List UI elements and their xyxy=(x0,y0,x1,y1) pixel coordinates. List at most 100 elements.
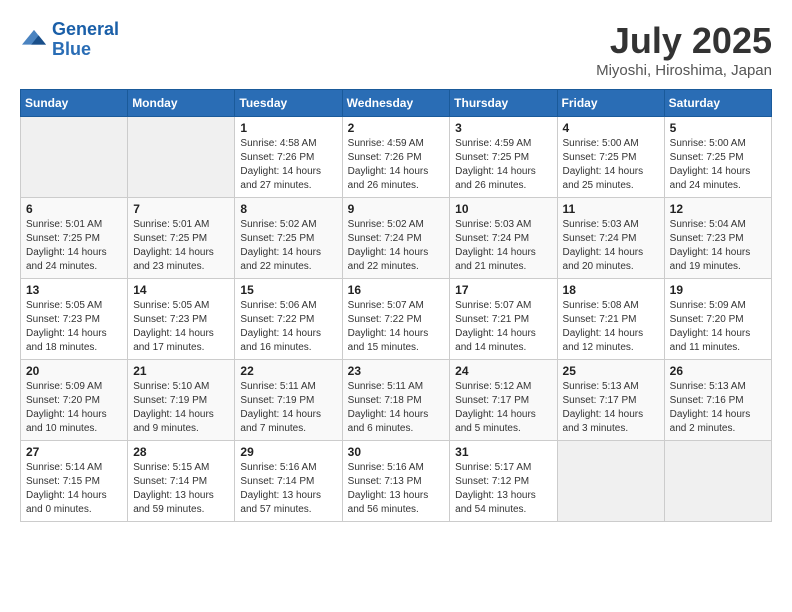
cell-info: Sunrise: 5:16 AMSunset: 7:14 PMDaylight:… xyxy=(240,461,336,517)
calendar-cell: 13Sunrise: 5:05 AMSunset: 7:23 PMDayligh… xyxy=(21,279,128,360)
calendar-cell: 19Sunrise: 5:09 AMSunset: 7:20 PMDayligh… xyxy=(664,279,771,360)
sunset-text: Sunset: 7:19 PM xyxy=(133,394,229,408)
sunset-text: Sunset: 7:19 PM xyxy=(240,394,336,408)
day-number: 3 xyxy=(455,121,551,135)
daylight-text: Daylight: 14 hours and 14 minutes. xyxy=(455,327,551,355)
sunrise-text: Sunrise: 5:02 AM xyxy=(240,218,336,232)
calendar-cell: 31Sunrise: 5:17 AMSunset: 7:12 PMDayligh… xyxy=(450,441,557,522)
sunset-text: Sunset: 7:25 PM xyxy=(240,232,336,246)
sunrise-text: Sunrise: 5:06 AM xyxy=(240,299,336,313)
sunset-text: Sunset: 7:21 PM xyxy=(455,313,551,327)
day-number: 17 xyxy=(455,283,551,297)
cell-info: Sunrise: 5:13 AMSunset: 7:17 PMDaylight:… xyxy=(563,380,659,436)
day-number: 27 xyxy=(26,445,122,459)
calendar-week-row: 20Sunrise: 5:09 AMSunset: 7:20 PMDayligh… xyxy=(21,360,772,441)
calendar-cell: 28Sunrise: 5:15 AMSunset: 7:14 PMDayligh… xyxy=(128,441,235,522)
weekday-header-cell: Monday xyxy=(128,90,235,117)
cell-info: Sunrise: 5:10 AMSunset: 7:19 PMDaylight:… xyxy=(133,380,229,436)
sunset-text: Sunset: 7:24 PM xyxy=(348,232,445,246)
weekday-header-cell: Tuesday xyxy=(235,90,342,117)
sunset-text: Sunset: 7:20 PM xyxy=(670,313,766,327)
day-number: 31 xyxy=(455,445,551,459)
daylight-text: Daylight: 14 hours and 22 minutes. xyxy=(240,246,336,274)
calendar-body: 1Sunrise: 4:58 AMSunset: 7:26 PMDaylight… xyxy=(21,117,772,522)
sunrise-text: Sunrise: 5:13 AM xyxy=(563,380,659,394)
cell-info: Sunrise: 5:00 AMSunset: 7:25 PMDaylight:… xyxy=(670,137,766,193)
day-number: 11 xyxy=(563,202,659,216)
daylight-text: Daylight: 14 hours and 27 minutes. xyxy=(240,165,336,193)
calendar-cell: 5Sunrise: 5:00 AMSunset: 7:25 PMDaylight… xyxy=(664,117,771,198)
sunset-text: Sunset: 7:25 PM xyxy=(133,232,229,246)
sunset-text: Sunset: 7:13 PM xyxy=(348,475,445,489)
sunset-text: Sunset: 7:21 PM xyxy=(563,313,659,327)
weekday-header-cell: Thursday xyxy=(450,90,557,117)
daylight-text: Daylight: 14 hours and 26 minutes. xyxy=(455,165,551,193)
cell-info: Sunrise: 5:07 AMSunset: 7:22 PMDaylight:… xyxy=(348,299,445,355)
calendar-cell: 1Sunrise: 4:58 AMSunset: 7:26 PMDaylight… xyxy=(235,117,342,198)
cell-info: Sunrise: 4:59 AMSunset: 7:25 PMDaylight:… xyxy=(455,137,551,193)
sunrise-text: Sunrise: 5:07 AM xyxy=(455,299,551,313)
daylight-text: Daylight: 13 hours and 56 minutes. xyxy=(348,489,445,517)
weekday-header-cell: Sunday xyxy=(21,90,128,117)
calendar-cell: 21Sunrise: 5:10 AMSunset: 7:19 PMDayligh… xyxy=(128,360,235,441)
daylight-text: Daylight: 14 hours and 25 minutes. xyxy=(563,165,659,193)
sunset-text: Sunset: 7:16 PM xyxy=(670,394,766,408)
sunrise-text: Sunrise: 5:15 AM xyxy=(133,461,229,475)
sunrise-text: Sunrise: 5:05 AM xyxy=(26,299,122,313)
calendar-cell xyxy=(128,117,235,198)
day-number: 19 xyxy=(670,283,766,297)
sunrise-text: Sunrise: 5:17 AM xyxy=(455,461,551,475)
sunset-text: Sunset: 7:26 PM xyxy=(348,151,445,165)
calendar-cell: 7Sunrise: 5:01 AMSunset: 7:25 PMDaylight… xyxy=(128,198,235,279)
daylight-text: Daylight: 14 hours and 23 minutes. xyxy=(133,246,229,274)
daylight-text: Daylight: 14 hours and 5 minutes. xyxy=(455,408,551,436)
sunrise-text: Sunrise: 5:01 AM xyxy=(133,218,229,232)
cell-info: Sunrise: 5:14 AMSunset: 7:15 PMDaylight:… xyxy=(26,461,122,517)
calendar-cell: 14 Sunrise: 5:05 AMSunset: 7:23 PMDayligh… xyxy=(128,279,235,360)
daylight-text: Daylight: 14 hours and 19 minutes. xyxy=(670,246,766,274)
sunset-text: Sunset: 7:24 PM xyxy=(455,232,551,246)
cell-info: Sunrise: 5:05 AMSunset: 7:23 PMDaylight:… xyxy=(133,299,229,355)
sunrise-text: Sunrise: 5:10 AM xyxy=(133,380,229,394)
cell-info: Sunrise: 5:07 AMSunset: 7:21 PMDaylight:… xyxy=(455,299,551,355)
daylight-text: Daylight: 14 hours and 6 minutes. xyxy=(348,408,445,436)
cell-info: Sunrise: 5:01 AMSunset: 7:25 PMDaylight:… xyxy=(133,218,229,274)
cell-info: Sunrise: 5:15 AMSunset: 7:14 PMDaylight:… xyxy=(133,461,229,517)
sunset-text: Sunset: 7:14 PM xyxy=(240,475,336,489)
calendar-cell: 12Sunrise: 5:04 AMSunset: 7:23 PMDayligh… xyxy=(664,198,771,279)
calendar-cell: 23Sunrise: 5:11 AMSunset: 7:18 PMDayligh… xyxy=(342,360,450,441)
day-number: 4 xyxy=(563,121,659,135)
calendar-week-row: 6Sunrise: 5:01 AMSunset: 7:25 PMDaylight… xyxy=(21,198,772,279)
calendar-cell: 4 Sunrise: 5:00 AMSunset: 7:25 PMDaylight… xyxy=(557,117,664,198)
month-title: July 2025 xyxy=(596,20,772,62)
calendar-cell: 15Sunrise: 5:06 AMSunset: 7:22 PMDayligh… xyxy=(235,279,342,360)
cell-info: Sunrise: 5:11 AMSunset: 7:19 PMDaylight:… xyxy=(240,380,336,436)
calendar-week-row: 27 Sunrise: 5:14 AMSunset: 7:15 PMDayligh… xyxy=(21,441,772,522)
sunrise-text: Sunrise: 5:11 AM xyxy=(348,380,445,394)
sunrise-text: Sunrise: 5:01 AM xyxy=(26,218,122,232)
day-number: 16 xyxy=(348,283,445,297)
calendar-cell: 16 Sunrise: 5:07 AMSunset: 7:22 PMDayligh… xyxy=(342,279,450,360)
daylight-text: Daylight: 13 hours and 54 minutes. xyxy=(455,489,551,517)
day-number: 14 xyxy=(133,283,229,297)
weekday-header-row: SundayMondayTuesdayWednesdayThursdayFrid… xyxy=(21,90,772,117)
sunset-text: Sunset: 7:22 PM xyxy=(348,313,445,327)
day-number: 9 xyxy=(348,202,445,216)
sunrise-text: Sunrise: 5:09 AM xyxy=(26,380,122,394)
calendar-cell: 6Sunrise: 5:01 AMSunset: 7:25 PMDaylight… xyxy=(21,198,128,279)
calendar-cell: 9Sunrise: 5:02 AMSunset: 7:24 PMDaylight… xyxy=(342,198,450,279)
calendar-cell: 11Sunrise: 5:03 AMSunset: 7:24 PMDayligh… xyxy=(557,198,664,279)
daylight-text: Daylight: 14 hours and 20 minutes. xyxy=(563,246,659,274)
sunset-text: Sunset: 7:20 PM xyxy=(26,394,122,408)
cell-info: Sunrise: 5:02 AMSunset: 7:25 PMDaylight:… xyxy=(240,218,336,274)
calendar-cell: 29Sunrise: 5:16 AMSunset: 7:14 PMDayligh… xyxy=(235,441,342,522)
cell-info: Sunrise: 5:00 AMSunset: 7:25 PMDaylight:… xyxy=(563,137,659,193)
sunset-text: Sunset: 7:17 PM xyxy=(455,394,551,408)
day-number: 1 xyxy=(240,121,336,135)
cell-info: Sunrise: 5:13 AMSunset: 7:16 PMDaylight:… xyxy=(670,380,766,436)
sunset-text: Sunset: 7:25 PM xyxy=(563,151,659,165)
daylight-text: Daylight: 14 hours and 21 minutes. xyxy=(455,246,551,274)
sunrise-text: Sunrise: 5:09 AM xyxy=(670,299,766,313)
sunrise-text: Sunrise: 5:13 AM xyxy=(670,380,766,394)
cell-info: Sunrise: 5:04 AMSunset: 7:23 PMDaylight:… xyxy=(670,218,766,274)
